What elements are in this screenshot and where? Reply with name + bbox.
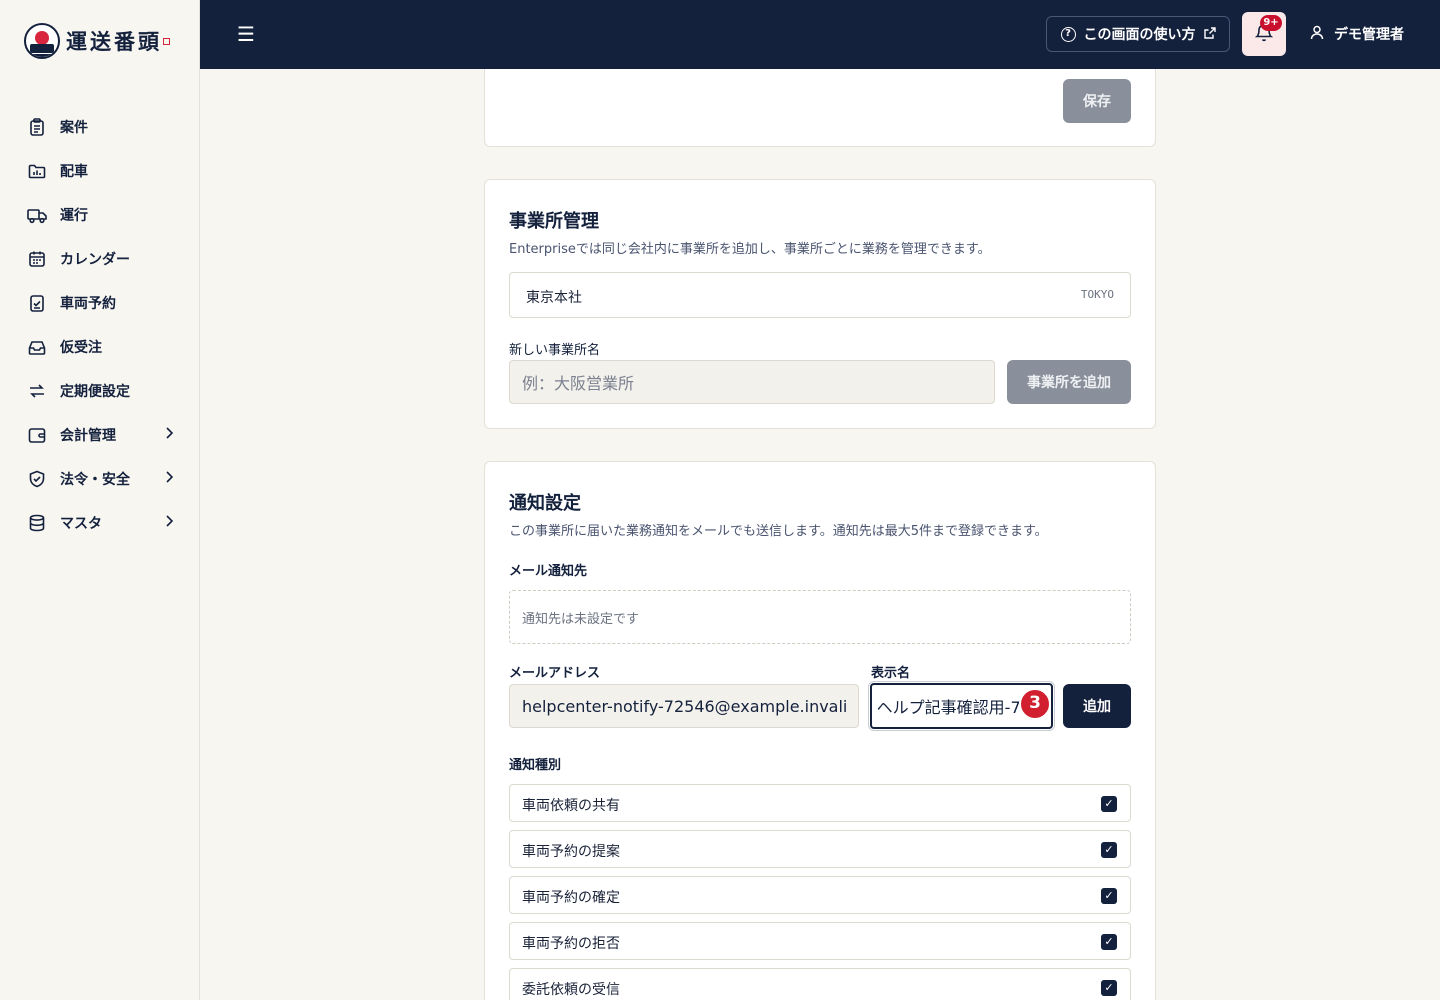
sidebar-item-label: 会計管理 [60, 428, 116, 444]
office-name: 東京本社 [526, 290, 582, 306]
logo-seal-icon [163, 37, 170, 45]
sidebar-item-label: 配車 [60, 164, 88, 180]
office-card-title: 事業所管理 [509, 211, 599, 232]
notification-count-badge: 9+ [1260, 15, 1282, 31]
email-label: メールアドレス [509, 666, 601, 681]
notification-type-row[interactable]: 車両予約の拒否 ✓ [509, 922, 1131, 960]
sidebar-item-vehicle-reservation[interactable]: 車両予約 [24, 281, 176, 325]
chevron-right-icon [162, 471, 176, 487]
sidebar-item-label: 定期便設定 [60, 384, 130, 400]
recipients-empty-state: 通知先は未設定です [509, 590, 1131, 644]
hamburger-menu-icon[interactable]: ☰ [234, 22, 258, 46]
checkbox-checked-icon[interactable]: ✓ [1101, 842, 1117, 858]
notification-type-row[interactable]: 車両予約の提案 ✓ [509, 830, 1131, 868]
checkbox-checked-icon[interactable]: ✓ [1101, 980, 1117, 996]
folder-chart-icon [27, 161, 47, 181]
sidebar-item-label: 仮受注 [60, 340, 102, 356]
external-link-icon [1203, 26, 1216, 42]
office-row: 東京本社 TOKYO [509, 272, 1131, 318]
office-card-description: Enterpriseでは同じ会社内に事業所を追加し、事業所ごとに業務を管理できま… [509, 242, 991, 257]
help-button[interactable]: ? この画面の使い方 [1046, 16, 1230, 52]
settings-card-top: 保存 [484, 69, 1156, 147]
notification-type-label: 車両予約の確定 [522, 890, 620, 906]
notify-card-title: 通知設定 [509, 493, 581, 514]
checkbox-checked-icon[interactable]: ✓ [1101, 888, 1117, 904]
chevron-right-icon [162, 515, 176, 531]
office-management-card: 事業所管理 Enterpriseでは同じ会社内に事業所を追加し、事業所ごとに業務… [484, 179, 1156, 429]
clipboard-icon [27, 117, 47, 137]
checkbox-checked-icon[interactable]: ✓ [1101, 796, 1117, 812]
sidebar-item-compliance-safety[interactable]: 法令・安全 [24, 457, 176, 501]
chevron-right-icon [162, 427, 176, 443]
sidebar-item-provisional-orders[interactable]: 仮受注 [24, 325, 176, 369]
email-input[interactable]: helpcenter-notify-72546@example.invali [509, 684, 859, 728]
user-menu[interactable]: デモ管理者 [1310, 22, 1404, 46]
sidebar: 運送番頭 案件 配車 運行 カレンダー 車両予約 仮受注 定期便設定 会計管理 … [0, 0, 200, 1000]
display-name-label: 表示名 [871, 666, 911, 681]
notification-type-label: 車両予約の提案 [522, 844, 620, 860]
sidebar-item-label: マスタ [60, 516, 102, 532]
sidebar-item-scheduled-routes[interactable]: 定期便設定 [24, 369, 176, 413]
new-office-input[interactable]: 例：大阪営業所 [509, 360, 995, 404]
sidebar-item-master[interactable]: マスタ [24, 501, 176, 545]
wallet-icon [27, 425, 47, 445]
sidebar-item-dispatch[interactable]: 配車 [24, 149, 176, 193]
sidebar-item-label: カレンダー [60, 252, 130, 268]
user-name: デモ管理者 [1334, 27, 1404, 43]
notification-settings-card: 通知設定 この事業所に届いた業務通知をメールでも送信します。通知先は最大5件まで… [484, 461, 1156, 1000]
notification-types-label: 通知種別 [509, 758, 562, 773]
calendar-icon [27, 249, 47, 269]
notification-type-label: 車両依頼の共有 [522, 798, 620, 814]
sidebar-item-label: 案件 [60, 120, 88, 136]
question-circle-icon: ? [1060, 26, 1076, 42]
office-code: TOKYO [1080, 288, 1114, 301]
notification-type-row[interactable]: 車両予約の確定 ✓ [509, 876, 1131, 914]
clipboard-check-icon [27, 293, 47, 313]
save-button[interactable]: 保存 [1063, 79, 1131, 123]
add-office-button[interactable]: 事業所を追加 [1007, 360, 1131, 404]
add-recipient-button[interactable]: 追加 [1063, 684, 1131, 728]
top-header: ☰ ? この画面の使い方 9+ デモ管理者 [200, 0, 1440, 69]
sidebar-item-calendar[interactable]: カレンダー [24, 237, 176, 281]
app-logo[interactable]: 運送番頭 [24, 22, 170, 60]
sidebar-item-operations[interactable]: 運行 [24, 193, 176, 237]
help-button-label: この画面の使い方 [1083, 27, 1196, 43]
notification-type-row[interactable]: 車両依頼の共有 ✓ [509, 784, 1131, 822]
sidebar-item-label: 車両予約 [60, 296, 116, 312]
notify-card-description: この事業所に届いた業務通知をメールでも送信します。通知先は最大5件まで登録できま… [509, 524, 1048, 539]
checkbox-checked-icon[interactable]: ✓ [1101, 934, 1117, 950]
shield-check-icon [27, 469, 47, 489]
display-name-value: ヘルプ記事確認用-725 [876, 698, 1041, 717]
user-icon [1310, 25, 1324, 44]
sidebar-item-accounting[interactable]: 会計管理 [24, 413, 176, 457]
database-icon [27, 513, 47, 533]
main-content: 保存 事業所管理 Enterpriseでは同じ会社内に事業所を追加し、事業所ごと… [200, 69, 1440, 1000]
repeat-icon [27, 381, 47, 401]
sidebar-item-label: 運行 [60, 208, 88, 224]
notification-type-label: 委託依頼の受信 [522, 982, 620, 998]
logo-text: 運送番頭 [66, 29, 162, 54]
recipients-label: メール通知先 [509, 564, 588, 579]
notification-type-row[interactable]: 委託依頼の受信 ✓ [509, 968, 1131, 1000]
step-marker-badge: 3 [1019, 688, 1051, 720]
truck-icon [27, 205, 47, 225]
sidebar-item-cases[interactable]: 案件 [24, 105, 176, 149]
sidebar-item-label: 法令・安全 [60, 472, 130, 488]
sidebar-nav: 案件 配車 運行 カレンダー 車両予約 仮受注 定期便設定 会計管理 法令・安全… [24, 105, 176, 545]
new-office-label: 新しい事業所名 [509, 343, 601, 358]
inbox-icon [27, 337, 47, 357]
notifications-button[interactable]: 9+ [1242, 12, 1286, 56]
notification-type-label: 車両予約の拒否 [522, 936, 620, 952]
logo-emblem-icon [24, 23, 60, 59]
